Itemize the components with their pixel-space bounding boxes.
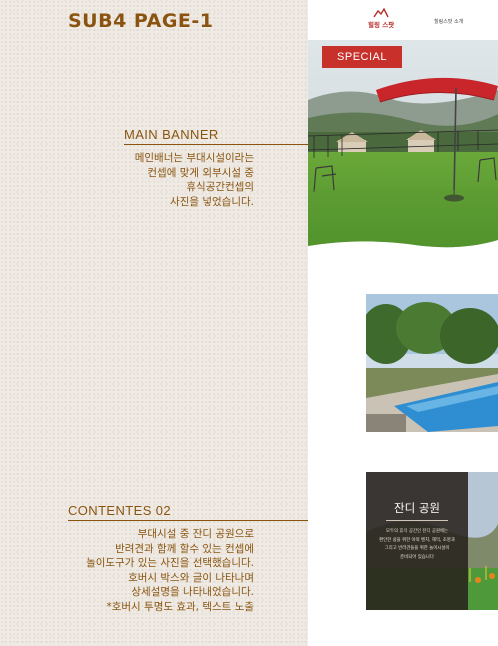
- description-line: *호버시 투명도 효과, 텍스트 노출: [106, 600, 254, 613]
- panel-description: 모두의 휴식 공간인 잔디 공원에는 편안한 쉼을 위한 야외 벤치, 해먹, …: [370, 528, 464, 562]
- panel-line: 모두의 휴식 공간인 잔디 공원에는: [385, 529, 449, 534]
- page-title: SUB4 PAGE-1: [68, 10, 214, 32]
- description-line: 메인배너는 부대시설이라는: [134, 152, 254, 164]
- site-logo[interactable]: 힐링 스팟: [368, 8, 394, 29]
- description-line: 상세설명을 나타내었습니다.: [131, 586, 254, 599]
- mountain-logo-icon: [373, 8, 389, 18]
- main-banner-image: [308, 40, 498, 248]
- website-mockup: 힐링 스팟 힐링스팟 소개 SPECIAL 잔디 공원 모두의 휴식 공간인 잔…: [308, 0, 498, 646]
- description-line: 반려견과 함께 할수 있는 컨셉에: [115, 542, 254, 555]
- nav-link-about[interactable]: 힐링스팟 소개: [434, 18, 463, 25]
- panel-line: 준비되어 있습니다: [400, 554, 434, 560]
- description-line: 호버시 박스와 글이 나타나며: [128, 571, 254, 584]
- description-line: 컨셉에 맞게 외부시설 중: [147, 166, 254, 179]
- hover-info-panel[interactable]: 잔디 공원 모두의 휴식 공간인 잔디 공원에는 편안한 쉼을 위한 야외 벤치…: [366, 472, 468, 610]
- description-line: 부대시설 중 잔디 공원으로: [137, 528, 254, 540]
- section-heading-contents-02: CONTENTES 02: [68, 503, 172, 518]
- panel-line: 편안한 쉼을 위한 야외 벤치, 해먹, 조명과: [379, 537, 455, 543]
- logo-text: 힐링 스팟: [368, 21, 395, 29]
- panel-title: 잔디 공원: [394, 501, 440, 515]
- description-line: 사진을 넣었습니다.: [170, 195, 254, 208]
- section-divider: [124, 144, 308, 145]
- section-heading-main-banner: MAIN BANNER: [124, 127, 219, 142]
- panel-line: 그리고 반려견들을 위한 놀이시설이: [384, 546, 450, 552]
- description-line: 놀이도구가 있는 사진을 선택했습니다.: [86, 557, 254, 570]
- pool-image[interactable]: [366, 294, 498, 432]
- special-badge: SPECIAL: [322, 46, 402, 68]
- section-divider: [68, 520, 308, 521]
- section-description-main-banner: 메인배너는 부대시설이라는 컨셉에 맞게 외부시설 중 휴식공간컨셉의 사진을 …: [135, 151, 254, 209]
- panel-divider: [386, 520, 448, 521]
- description-line: 휴식공간컨셉의: [186, 181, 254, 194]
- section-description-contents-02: 부대시설 중 잔디 공원으로 반려견과 함께 할수 있는 컨셉에 놀이도구가 있…: [86, 527, 254, 615]
- mockup-header: 힐링 스팟 힐링스팟 소개: [308, 0, 498, 40]
